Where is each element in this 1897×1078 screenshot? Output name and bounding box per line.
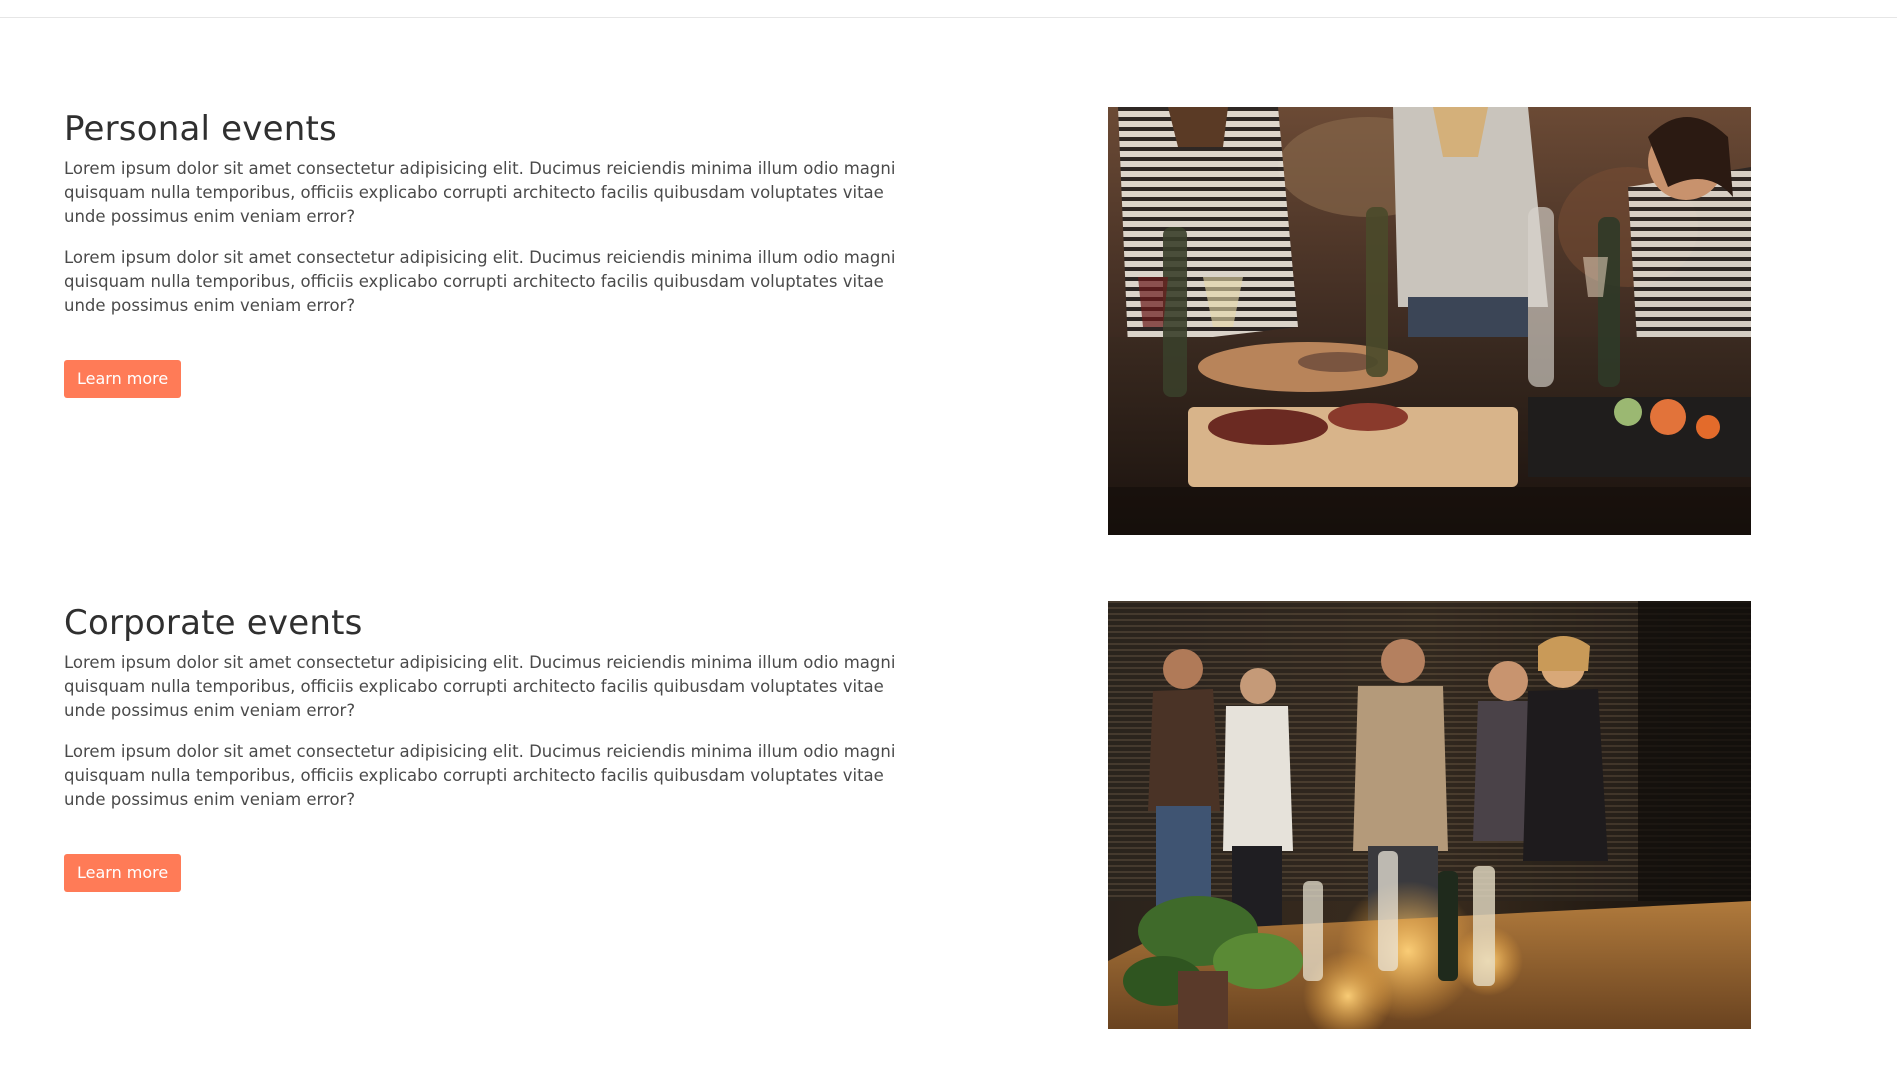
corporate-events-photo xyxy=(1108,601,1751,1029)
corporate-events-text: Corporate events Lorem ipsum dolor sit a… xyxy=(64,601,924,892)
header-divider xyxy=(0,17,1897,18)
section-paragraph: Lorem ipsum dolor sit amet consectetur a… xyxy=(64,159,896,226)
learn-more-button[interactable]: Learn more xyxy=(64,854,182,892)
personal-events-text: Personal events Lorem ipsum dolor sit am… xyxy=(64,107,924,398)
personal-events-photo xyxy=(1108,107,1751,535)
section-paragraph: Lorem ipsum dolor sit amet consectetur a… xyxy=(64,248,896,315)
section-title: Personal events xyxy=(64,109,337,149)
section-paragraph: Lorem ipsum dolor sit amet consectetur a… xyxy=(64,653,896,720)
section-title: Corporate events xyxy=(64,603,363,643)
section-paragraph: Lorem ipsum dolor sit amet consectetur a… xyxy=(64,742,896,809)
learn-more-button[interactable]: Learn more xyxy=(64,360,182,398)
